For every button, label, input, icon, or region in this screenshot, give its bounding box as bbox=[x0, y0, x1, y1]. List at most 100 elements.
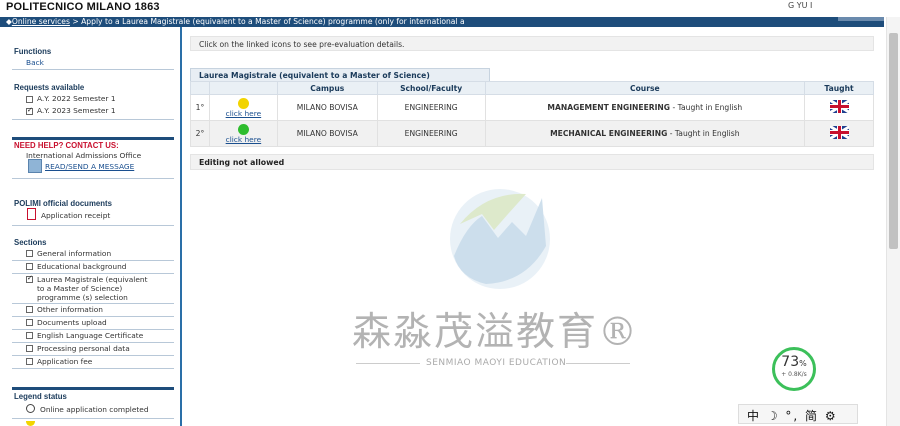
section-education-checkbox[interactable] bbox=[26, 263, 33, 270]
pdf-icon bbox=[27, 208, 36, 220]
uk-flag-icon bbox=[829, 100, 849, 113]
school-cell: ENGINEERING bbox=[376, 94, 486, 121]
col-school: School/Faculty bbox=[376, 81, 486, 95]
col-details bbox=[208, 81, 278, 95]
request-2022-checkbox[interactable] bbox=[26, 96, 33, 103]
scrollbar-thumb[interactable] bbox=[889, 33, 898, 249]
ime-toolbar[interactable]: 中 ☽ °, 简 ⚙ bbox=[738, 404, 858, 424]
course-cell: MANAGEMENT ENGINEERING - Taught in Engli… bbox=[484, 94, 806, 121]
details-cell: click here bbox=[208, 120, 278, 147]
scrollbar[interactable] bbox=[886, 17, 900, 426]
section-laurea-checkbox[interactable]: ✓ bbox=[26, 274, 33, 283]
row-rank: 1° bbox=[190, 94, 210, 121]
divider bbox=[12, 178, 174, 179]
section-other-checkbox[interactable] bbox=[26, 306, 33, 313]
taught-cell bbox=[804, 94, 874, 121]
details-cell: click here bbox=[208, 94, 278, 121]
col-course: Course bbox=[484, 81, 806, 95]
sections-title: Sections bbox=[14, 238, 47, 247]
sidebar: Functions Back Requests available A.Y. 2… bbox=[0, 27, 182, 426]
programme-table: Campus School/Faculty Course Taught 1° c… bbox=[190, 81, 874, 147]
gauge-speed: + 0.8K/s bbox=[781, 371, 807, 378]
row-rank: 2° bbox=[190, 120, 210, 147]
request-2022-label[interactable]: A.Y. 2022 Semester 1 bbox=[37, 94, 116, 103]
send-message-link[interactable]: READ/SEND A MESSAGE bbox=[45, 162, 134, 171]
section-education-label[interactable]: Educational background bbox=[37, 262, 126, 271]
network-gauge[interactable]: 73% + 0.8K/s bbox=[772, 347, 816, 391]
application-receipt-link[interactable]: Application receipt bbox=[41, 211, 110, 220]
section-personal-data-checkbox[interactable] bbox=[26, 345, 33, 352]
user-name: G YU I bbox=[788, 1, 813, 10]
taught-cell bbox=[804, 120, 874, 147]
watermark-text: 森淼茂溢教育® bbox=[352, 310, 640, 355]
divider bbox=[12, 355, 174, 356]
course-cell: MECHANICAL ENGINEERING - Taught in Engli… bbox=[484, 120, 806, 147]
divider-bold bbox=[12, 137, 174, 140]
course-name: MANAGEMENT ENGINEERING bbox=[547, 103, 671, 112]
section-personal-data-label[interactable]: Processing personal data bbox=[37, 344, 130, 353]
course-name: MECHANICAL ENGINEERING bbox=[550, 129, 668, 138]
status-dot-icon bbox=[26, 421, 35, 426]
request-2023-label[interactable]: A.Y. 2023 Semester 1 bbox=[37, 106, 116, 115]
editing-status: Editing not allowed bbox=[190, 154, 874, 170]
request-2023-checkbox[interactable]: ✓ bbox=[26, 106, 33, 115]
divider bbox=[12, 119, 174, 120]
divider bbox=[12, 69, 174, 70]
course-note: - Taught in English bbox=[667, 129, 740, 138]
uk-flag-icon bbox=[829, 126, 849, 139]
help-title: NEED HELP? CONTACT US: bbox=[14, 141, 119, 150]
breadcrumb-current: > Apply to a Laurea Magistrale (equivale… bbox=[69, 17, 465, 26]
checkmark-icon: ✓ bbox=[27, 106, 33, 114]
legend-title: Legend status bbox=[14, 392, 67, 401]
brand-logo: POLITECNICO MILANO 1863 bbox=[6, 1, 160, 13]
table-row: 1° click here MILANO BOVISA ENGINEERING … bbox=[190, 94, 874, 121]
school-cell: ENGINEERING bbox=[376, 120, 486, 147]
section-english-label[interactable]: English Language Certificate bbox=[37, 331, 143, 340]
docs-title: POLIMI official documents bbox=[14, 199, 112, 208]
section-laurea-label[interactable]: Laurea Magistrale (equivalent bbox=[37, 275, 148, 284]
functions-title: Functions bbox=[14, 47, 52, 56]
top-header: POLITECNICO MILANO 1863 G YU I bbox=[0, 0, 900, 17]
checkmark-icon: ✓ bbox=[27, 274, 33, 282]
watermark-line bbox=[356, 363, 420, 364]
section-fee-checkbox[interactable] bbox=[26, 358, 33, 365]
click-here-link[interactable]: click here bbox=[226, 135, 262, 144]
watermark-logo-icon bbox=[450, 189, 550, 289]
click-here-link[interactable]: click here bbox=[226, 109, 262, 118]
col-campus: Campus bbox=[276, 81, 378, 95]
legend-completed-label: Online application completed bbox=[40, 405, 149, 414]
section-documents-checkbox[interactable] bbox=[26, 319, 33, 326]
back-link[interactable]: Back bbox=[26, 58, 44, 67]
divider bbox=[12, 225, 174, 226]
section-laurea-label-2[interactable]: to a Master of Science) bbox=[37, 284, 122, 293]
divider bbox=[12, 273, 174, 274]
table-header: Campus School/Faculty Course Taught bbox=[190, 81, 874, 95]
breadcrumb: ◆Online services > Apply to a Laurea Mag… bbox=[6, 17, 465, 27]
divider bbox=[12, 329, 174, 330]
status-circle-icon bbox=[26, 404, 35, 413]
section-laurea-label-3[interactable]: programme (s) selection bbox=[37, 293, 128, 302]
divider bbox=[12, 303, 174, 304]
header-accent bbox=[838, 17, 884, 21]
campus-cell: MILANO BOVISA bbox=[276, 94, 378, 121]
status-dot-icon[interactable] bbox=[237, 123, 249, 135]
divider bbox=[12, 342, 174, 343]
breadcrumb-online-services[interactable]: Online services bbox=[12, 17, 70, 26]
section-fee-label[interactable]: Application fee bbox=[37, 357, 92, 366]
programme-list-title: Laurea Magistrale (equivalent to a Maste… bbox=[190, 68, 490, 89]
divider bbox=[12, 316, 174, 317]
divider bbox=[12, 418, 174, 419]
section-documents-label[interactable]: Documents upload bbox=[37, 318, 107, 327]
divider bbox=[12, 368, 174, 369]
col-taught: Taught bbox=[804, 81, 874, 95]
watermark-line bbox=[566, 363, 630, 364]
section-general-label[interactable]: General information bbox=[37, 249, 111, 258]
section-other-label[interactable]: Other information bbox=[37, 305, 103, 314]
campus-cell: MILANO BOVISA bbox=[276, 120, 378, 147]
section-english-checkbox[interactable] bbox=[26, 332, 33, 339]
gauge-value: 73% bbox=[781, 354, 807, 370]
col-rank bbox=[190, 81, 210, 95]
status-dot-icon[interactable] bbox=[237, 97, 249, 109]
section-general-checkbox[interactable] bbox=[26, 250, 33, 257]
message-icon[interactable] bbox=[28, 159, 42, 173]
